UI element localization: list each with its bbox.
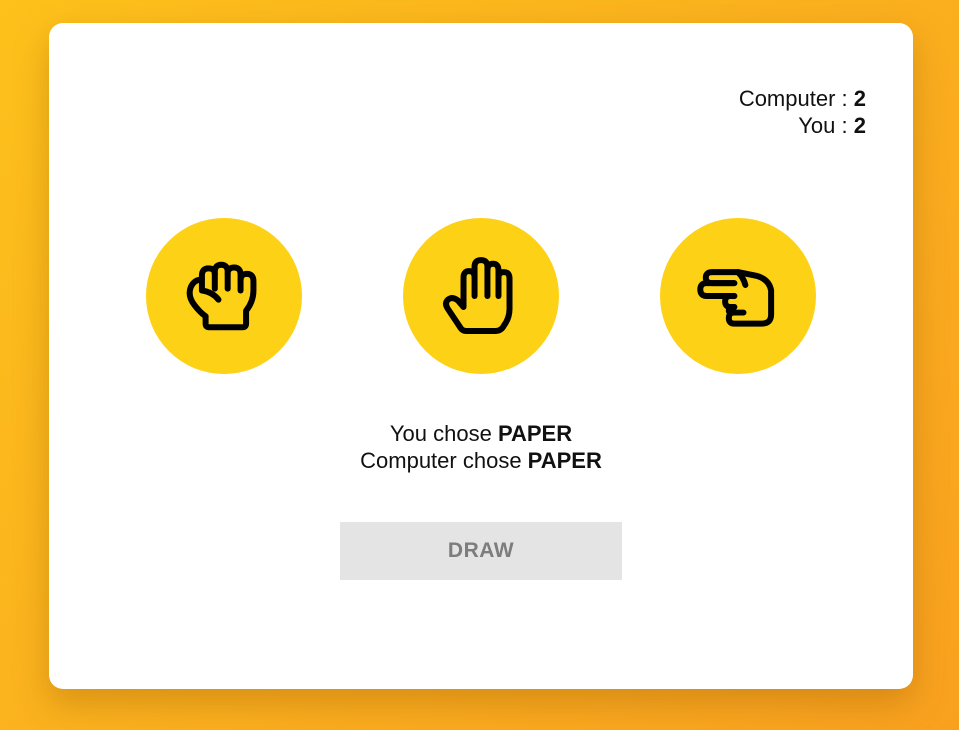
game-card: Computer : 2 You : 2 You chose PAPER Com…: [49, 23, 913, 689]
player-score-label: You :: [798, 113, 854, 138]
result-button[interactable]: DRAW: [340, 522, 622, 580]
player-choice-text: You chose PAPER: [49, 420, 913, 447]
computer-score: Computer : 2: [739, 85, 866, 112]
two-fingers-icon: [697, 269, 775, 327]
rock-button[interactable]: [146, 218, 302, 374]
computer-score-value: 2: [853, 86, 866, 111]
player-choice-value: PAPER: [497, 421, 573, 446]
computer-choice-value: PAPER: [527, 448, 602, 473]
player-score: You : 2: [739, 112, 866, 139]
round-result: You chose PAPER Computer chose PAPER: [49, 420, 913, 474]
scissors-button[interactable]: [660, 218, 816, 374]
open-hand-icon: [443, 257, 513, 334]
computer-score-label: Computer :: [738, 86, 854, 111]
computer-choice-text: Computer chose PAPER: [49, 447, 913, 474]
choice-buttons: [146, 218, 816, 374]
computer-choice-label: Computer chose: [360, 448, 528, 473]
scoreboard: Computer : 2 You : 2: [739, 85, 866, 139]
fist-icon: [186, 261, 257, 331]
player-score-value: 2: [853, 113, 866, 138]
player-choice-label: You chose: [389, 421, 498, 446]
paper-button[interactable]: [403, 218, 559, 374]
